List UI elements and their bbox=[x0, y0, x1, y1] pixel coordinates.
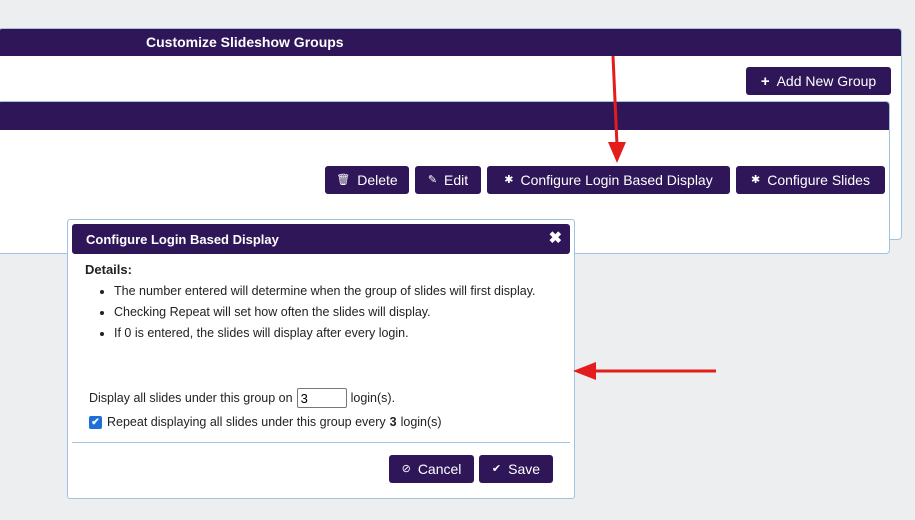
display-on-prefix: Display all slides under this group on bbox=[89, 391, 293, 405]
save-label: Save bbox=[508, 461, 541, 477]
edit-button[interactable]: ✎ Edit bbox=[415, 166, 481, 194]
cancel-label: Cancel bbox=[417, 461, 462, 477]
repeat-suffix: login(s) bbox=[400, 415, 442, 429]
cancel-button[interactable]: ⊘ Cancel bbox=[389, 455, 474, 483]
check-icon: ✔ bbox=[491, 462, 502, 475]
details-label: Details: bbox=[85, 262, 132, 277]
configure-login-display-label: Configure Login Based Display bbox=[520, 172, 713, 188]
dialog-header: Configure Login Based Display ✖ bbox=[72, 224, 570, 254]
dialog-title: Configure Login Based Display bbox=[86, 232, 279, 247]
configure-slides-label: Configure Slides bbox=[767, 172, 870, 188]
trash-icon: 🗑 bbox=[336, 173, 351, 186]
gear-icon: ✱ bbox=[751, 173, 761, 186]
save-button[interactable]: ✔ Save bbox=[479, 455, 553, 483]
pencil-icon: ✎ bbox=[427, 173, 438, 186]
close-icon[interactable]: ✖ bbox=[549, 229, 562, 249]
annotation-arrow-left-head bbox=[573, 362, 596, 380]
cancel-icon: ⊘ bbox=[401, 462, 411, 475]
panel-title: Customize Slideshow Groups bbox=[146, 34, 344, 50]
group-card-header bbox=[0, 102, 889, 130]
delete-button[interactable]: 🗑 Delete bbox=[325, 166, 409, 194]
repeat-row: ✔ Repeat displaying all slides under thi… bbox=[89, 415, 442, 429]
slideshow-groups-panel: Customize Slideshow Groups + Add New Gro… bbox=[0, 28, 902, 254]
details-item: The number entered will determine when t… bbox=[114, 283, 564, 299]
repeat-checkbox[interactable]: ✔ bbox=[89, 415, 102, 429]
configure-slides-button[interactable]: ✱ Configure Slides bbox=[736, 166, 885, 194]
display-login-count-input[interactable] bbox=[296, 388, 347, 408]
details-list: The number entered will determine when t… bbox=[85, 278, 564, 341]
gear-icon: ✱ bbox=[504, 173, 514, 186]
panel-header: Customize Slideshow Groups bbox=[0, 29, 901, 56]
dialog-divider bbox=[72, 442, 570, 443]
configure-login-display-dialog: Configure Login Based Display ✖ Details:… bbox=[67, 219, 575, 499]
display-on-suffix: login(s). bbox=[350, 391, 396, 405]
edit-label: Edit bbox=[444, 172, 469, 188]
configure-login-display-button[interactable]: ✱ Configure Login Based Display bbox=[487, 166, 730, 194]
add-new-group-label: Add New Group bbox=[776, 73, 877, 89]
details-item: If 0 is entered, the slides will display… bbox=[114, 325, 564, 341]
delete-label: Delete bbox=[357, 172, 398, 188]
repeat-count: 3 bbox=[389, 415, 397, 429]
display-on-row: Display all slides under this group on l… bbox=[89, 388, 395, 408]
repeat-prefix: Repeat displaying all slides under this … bbox=[107, 415, 386, 429]
plus-icon: + bbox=[760, 72, 770, 90]
add-new-group-button[interactable]: + Add New Group bbox=[746, 67, 891, 95]
details-item: Checking Repeat will set how often the s… bbox=[114, 304, 564, 320]
